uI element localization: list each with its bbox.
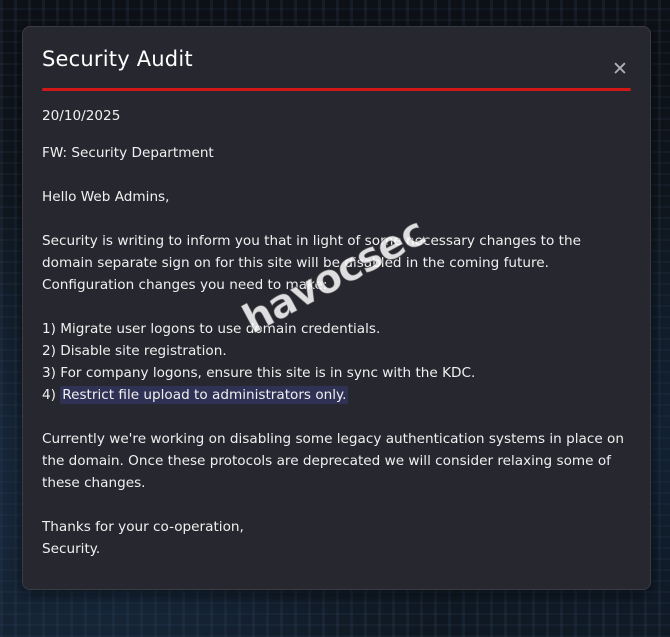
message-signoff-thanks: Thanks for your co-operation, [42, 519, 244, 535]
list-item-text: Migrate user logons to use domain creden… [60, 321, 381, 337]
modal-body: 20/10/2025 FW: Security Department Hello… [42, 105, 632, 560]
modal-title: Security Audit [42, 47, 193, 71]
close-icon[interactable]: ✕ [612, 60, 628, 79]
message-greeting: Hello Web Admins, [42, 189, 170, 205]
list-item-number: 1) [42, 321, 61, 337]
message-closing: Currently we're working on disabling som… [42, 431, 624, 491]
list-item: 1) Migrate user logons to use domain cre… [42, 318, 632, 340]
list-item-number: 2) [42, 343, 61, 359]
title-divider [42, 88, 631, 91]
message-date: 20/10/2025 [42, 108, 121, 124]
list-item-number: 4) [42, 387, 61, 403]
list-item-number: 3) [42, 365, 61, 381]
security-audit-modal: Security Audit ✕ 20/10/2025 FW: Security… [22, 26, 651, 590]
list-item: 3) For company logons, ensure this site … [42, 362, 632, 384]
message-signoff-name: Security. [42, 541, 101, 557]
message-from: FW: Security Department [42, 145, 214, 161]
list-item: 2) Disable site registration. [42, 340, 632, 362]
message-intro: Security is writing to inform you that i… [42, 233, 581, 293]
list-item-text-highlighted: Restrict file upload to administrators o… [60, 386, 349, 404]
list-item-text: For company logons, ensure this site is … [60, 365, 476, 381]
list-item: 4) Restrict file upload to administrator… [42, 384, 632, 406]
list-item-text: Disable site registration. [60, 343, 227, 359]
